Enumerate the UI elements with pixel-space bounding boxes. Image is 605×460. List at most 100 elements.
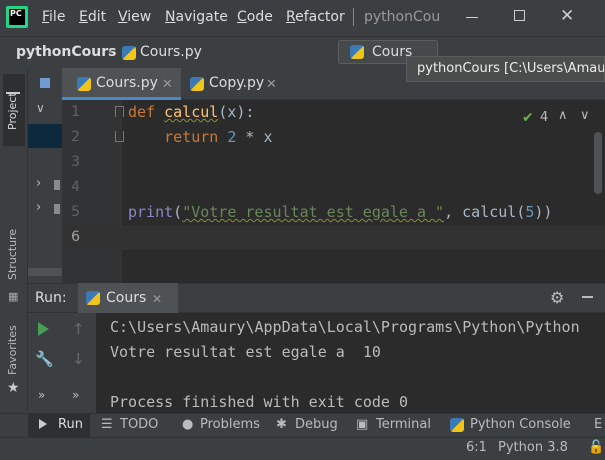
close-icon[interactable]: ✕ — [560, 6, 574, 26]
python-config-icon — [350, 45, 364, 59]
chevron-down-icon[interactable]: ∨ — [36, 101, 45, 115]
caret-position[interactable]: 6:1 — [466, 440, 487, 455]
chevron-right-icon[interactable]: › — [36, 200, 41, 215]
gear-icon[interactable]: ⚙ — [550, 288, 564, 307]
menu-view[interactable]: View — [118, 9, 151, 25]
tool-button-todo[interactable]: TODO — [120, 417, 158, 432]
keyword-token: return — [164, 128, 219, 146]
inspection-count: 4 — [540, 110, 549, 125]
more-icon[interactable]: » — [72, 388, 79, 402]
tool-button-terminal[interactable]: Terminal — [376, 417, 431, 432]
interpreter-indicator[interactable]: Python 3.8 — [498, 440, 568, 455]
tool-tab-structure[interactable]: Structure — [6, 229, 19, 280]
line-number: 2 — [71, 129, 80, 145]
console-line: C:\Users\Amaury\AppData\Local\Programs\P… — [110, 318, 580, 336]
line-number: 6 — [71, 229, 80, 245]
project-view-icon — [40, 78, 50, 88]
tab-label: Cours.py — [96, 75, 158, 91]
horizontal-scrollbar[interactable] — [28, 268, 62, 276]
rerun-icon[interactable] — [38, 322, 49, 336]
chevron-up-icon[interactable]: ∧ — [558, 108, 568, 123]
run-panel-label: Run: — [35, 290, 67, 306]
scratches-icon — [54, 204, 60, 214]
line-number: 5 — [71, 204, 80, 220]
close-tab-icon[interactable]: ✕ — [152, 292, 162, 306]
logo-text: PC — [9, 9, 25, 25]
breadcrumb-separator-icon: › — [107, 44, 113, 60]
console-line: Votre resultat est egale a 10 — [110, 343, 381, 361]
code-line-5: print("Votre resultat est egale a ", cal… — [128, 203, 553, 221]
breadcrumb-project[interactable]: pythonCours — [16, 44, 117, 60]
arrow-down-icon[interactable]: ↓ — [72, 350, 85, 368]
menu-mnemonic: R — [286, 9, 296, 25]
folder-icon — [6, 92, 20, 94]
chevron-down-icon[interactable]: ∨ — [580, 108, 590, 123]
structure-icon: ▦ — [8, 290, 19, 303]
menu-label-rest: avigate — [175, 9, 228, 25]
project-panel — [28, 68, 62, 283]
code-token: (x): — [218, 103, 255, 121]
code-line-2: return 2 * x — [128, 128, 273, 146]
python-file-icon — [190, 77, 204, 91]
number-token: 5 — [525, 203, 535, 221]
tool-tab-favorites[interactable]: Favorites — [6, 325, 19, 375]
inspection-ok-icon[interactable]: ✔ — [522, 110, 534, 126]
line-number: 1 — [71, 104, 80, 120]
project-tree-selected-row[interactable] — [28, 124, 62, 148]
fold-start-icon[interactable] — [115, 106, 124, 117]
menu-code[interactable]: Code — [237, 9, 273, 25]
tool-tab-project-label: Project — [6, 92, 19, 130]
library-icon — [54, 180, 60, 190]
editor-scrollbar[interactable] — [594, 132, 602, 194]
breadcrumb-file[interactable]: Cours.py — [140, 44, 202, 60]
line-number: 4 — [71, 179, 80, 195]
tool-label: Run — [58, 417, 83, 432]
current-line-highlight — [62, 226, 605, 250]
tool-button-debug[interactable]: Debug — [295, 417, 338, 432]
run-icon — [39, 419, 47, 429]
star-icon: ★ — [7, 380, 20, 396]
menu-mnemonic: V — [118, 9, 128, 25]
menu-file[interactable]: File — [42, 9, 65, 25]
tool-button-problems[interactable]: Problems — [200, 417, 260, 432]
tool-button-python-console[interactable]: Python Console — [470, 417, 571, 432]
chevron-right-icon[interactable]: › — [36, 176, 41, 191]
fold-end-icon[interactable] — [115, 131, 124, 142]
menu-navigate[interactable]: Navigate — [165, 9, 228, 25]
function-name-token: calcul — [164, 103, 219, 121]
menu-mnemonic: E — [79, 9, 88, 25]
menu-label-rest: dit — [87, 9, 107, 25]
menu-edit[interactable]: Edit — [79, 9, 106, 25]
list-icon: ☰ — [101, 417, 113, 432]
run-tab-label: Cours — [106, 290, 147, 306]
menu-refactor[interactable]: Refactor — [286, 9, 345, 25]
terminal-icon: ▣ — [356, 417, 369, 432]
code-token: calcul — [462, 203, 517, 221]
python-console-icon — [450, 418, 464, 432]
menu-label-rest: ile — [49, 9, 66, 25]
hide-panel-icon[interactable] — [582, 296, 593, 298]
more-icon[interactable]: » — [38, 388, 45, 402]
menu-mnemonic: F — [42, 9, 50, 25]
arrow-up-icon[interactable]: ↑ — [72, 320, 85, 338]
path-tooltip: pythonCours [C:\Users\Amaury — [406, 56, 605, 82]
close-tab-icon[interactable]: ✕ — [266, 77, 277, 92]
wrench-icon[interactable]: 🔧 — [35, 350, 54, 368]
python-config-icon — [86, 291, 100, 305]
tool-button-event-log[interactable]: E — [594, 417, 602, 432]
menu-label-rest: efactor — [295, 9, 345, 25]
python-file-icon — [122, 46, 136, 60]
line-number: 3 — [71, 154, 80, 170]
code-token: * x — [236, 128, 273, 146]
pycharm-logo: PC — [6, 6, 28, 28]
maximize-icon[interactable] — [514, 10, 525, 21]
close-tab-icon[interactable]: ✕ — [162, 77, 173, 92]
console-line: Process finished with exit code 0 — [110, 393, 409, 411]
window-title: pythonCou — [364, 9, 441, 25]
minimize-icon[interactable] — [466, 17, 478, 18]
menu-mnemonic: N — [165, 9, 176, 25]
tab-label: Copy.py — [209, 75, 265, 91]
lock-icon[interactable]: 🔓 — [588, 440, 604, 455]
python-file-icon — [77, 77, 91, 91]
title-divider — [353, 8, 354, 26]
